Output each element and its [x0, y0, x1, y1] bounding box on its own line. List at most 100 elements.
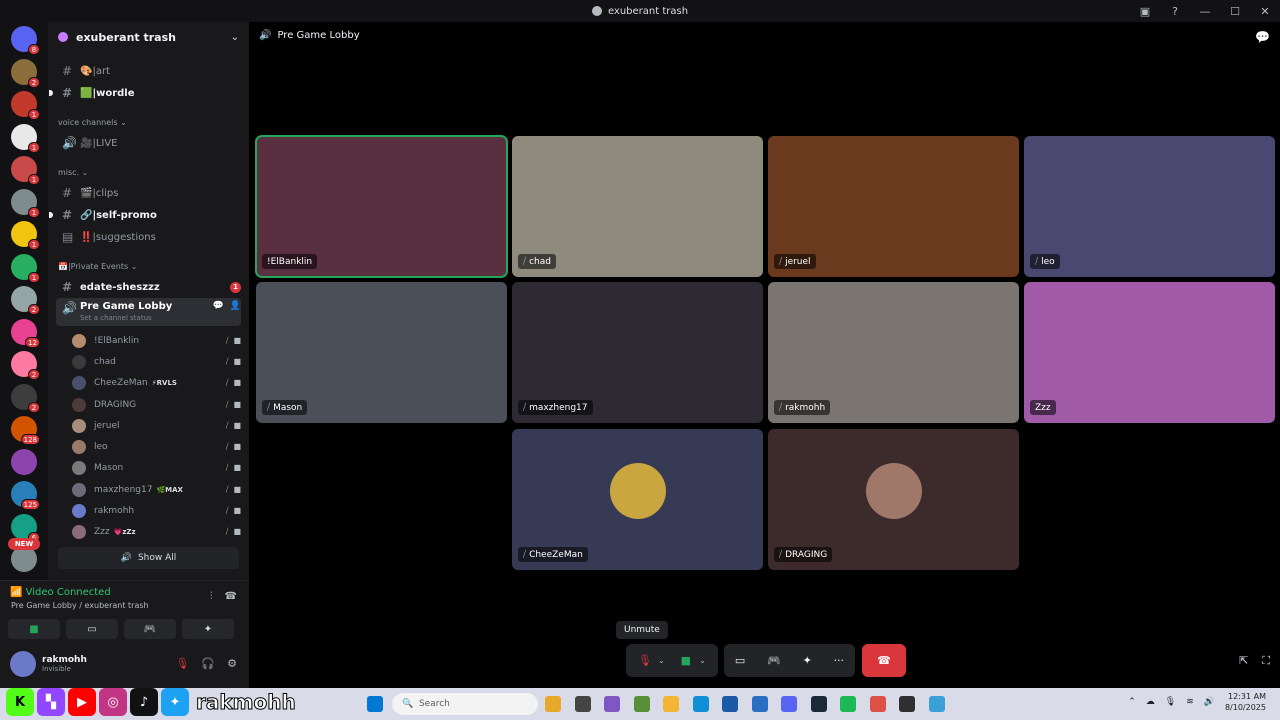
video-tile[interactable]: !ElBanklin: [255, 135, 508, 278]
discord-icon[interactable]: [781, 696, 797, 712]
show-all-button[interactable]: 🔊 Show All: [58, 546, 239, 569]
voice-user[interactable]: CheeZeMan ⚡RVLS ⧸ ■: [72, 373, 241, 394]
steam-icon[interactable]: [810, 696, 827, 712]
video-tile[interactable]: ⧸ rakmohh: [768, 282, 1019, 423]
voice-user[interactable]: maxzheng17 🌿MAX ⧸ ■: [72, 479, 241, 500]
user-panel[interactable]: rakmohh Invisible: [10, 651, 87, 677]
server-icon[interactable]: 2: [11, 351, 40, 380]
obs-icon[interactable]: [899, 696, 915, 712]
windows-start-icon[interactable]: [367, 696, 383, 712]
fullscreen-icon[interactable]: ⛶: [1262, 654, 1270, 668]
server-icon[interactable]: 12: [11, 318, 40, 348]
voice-user[interactable]: Zzz 💗zZz ⧸ ■: [72, 522, 241, 543]
camera-icon[interactable]: ■: [681, 654, 691, 667]
chat-icon[interactable]: 💬: [1255, 30, 1270, 44]
network-icon[interactable]: ☁: [1146, 697, 1155, 707]
channel-wordle[interactable]: # 🟩|wordle: [49, 82, 241, 104]
category-voice[interactable]: voice channels ⌄: [48, 112, 249, 132]
server-icon[interactable]: 1: [11, 123, 40, 153]
screen-share-icon[interactable]: ▭: [735, 654, 745, 667]
server-icon[interactable]: 2: [11, 383, 40, 413]
video-tile[interactable]: ⧸ jeruel: [768, 136, 1019, 277]
minecraft-icon[interactable]: [633, 696, 650, 712]
gear-icon[interactable]: ⚙: [227, 657, 237, 670]
server-icon[interactable]: 6: [11, 513, 40, 543]
chevron-down-icon[interactable]: ⌄: [658, 656, 665, 665]
server-icon[interactable]: 1: [11, 91, 40, 120]
voice-user[interactable]: rakmohh ⧸ ■: [72, 500, 241, 521]
channel-art[interactable]: # 🎨|art: [56, 60, 241, 82]
server-icon[interactable]: 1: [11, 188, 40, 218]
clock[interactable]: 12:31 AM 8/10/2025: [1225, 691, 1266, 713]
minimize-button[interactable]: —: [1190, 5, 1220, 18]
task-view-icon[interactable]: [574, 696, 591, 712]
help-icon[interactable]: ?: [1160, 5, 1190, 18]
video-tile[interactable]: Zzz: [1024, 282, 1275, 423]
video-tile[interactable]: ⧸ DRAGING: [768, 429, 1019, 570]
channel-suggestions[interactable]: ▤ ‼️|suggestions: [56, 226, 241, 248]
voice-user[interactable]: jeruel ⧸ ■: [72, 415, 241, 436]
video-tile[interactable]: ⧸ Mason: [256, 282, 507, 423]
chevron-up-icon[interactable]: ⌃: [1128, 697, 1136, 707]
chevron-down-icon[interactable]: ⌄: [699, 656, 706, 665]
headphones-icon[interactable]: 🎧: [201, 657, 215, 670]
screen-share-button[interactable]: ▭: [66, 619, 118, 639]
mic-muted-icon[interactable]: 🎙: [638, 654, 652, 667]
server-icon[interactable]: 2: [11, 286, 40, 315]
dell-icon[interactable]: [722, 696, 738, 712]
noise-suppression-icon[interactable]: ⫶: [210, 591, 213, 602]
chat-icon[interactable]: 💬: [213, 301, 224, 311]
video-tile[interactable]: ⧸ maxzheng17: [512, 282, 763, 423]
server-icon[interactable]: [11, 448, 37, 475]
server-icon[interactable]: 2: [11, 58, 40, 88]
disconnect-button[interactable]: ☎: [862, 644, 906, 677]
inbox-icon[interactable]: ▣: [1130, 5, 1160, 18]
microphone-icon[interactable]: 🎙: [1165, 697, 1176, 707]
copilot-icon[interactable]: [604, 696, 620, 712]
channel-status[interactable]: Set a channel status: [80, 314, 152, 322]
server-icon[interactable]: 1: [11, 156, 40, 185]
voice-user[interactable]: chad ⧸ ■: [72, 351, 241, 372]
server-icon[interactable]: 1: [11, 221, 40, 250]
guild-header[interactable]: exuberant trash ⌄: [48, 22, 249, 52]
activity-icon[interactable]: 🎮: [767, 654, 781, 667]
more-icon[interactable]: ···: [834, 654, 845, 667]
pop-out-icon[interactable]: ⇱: [1239, 654, 1248, 668]
voice-user[interactable]: Mason ⧸ ■: [72, 458, 241, 479]
soundboard-icon[interactable]: ✦: [803, 654, 812, 667]
camera-button[interactable]: ■: [8, 619, 60, 639]
wifi-icon[interactable]: ≋: [1186, 697, 1194, 707]
close-button[interactable]: ✕: [1250, 5, 1280, 18]
server-icon[interactable]: 125: [11, 481, 40, 510]
disconnect-icon[interactable]: ☎: [225, 591, 237, 602]
channel-pre-game-lobby[interactable]: 🔊 Pre Game Lobby 💬 👤 Set a channel status: [56, 298, 241, 326]
voice-user[interactable]: !ElBanklin ⧸ ■: [72, 330, 241, 351]
explorer-icon[interactable]: [545, 696, 561, 712]
category-misc[interactable]: misc. ⌄: [48, 162, 249, 182]
store-icon[interactable]: [751, 696, 768, 712]
spotify-icon[interactable]: [840, 696, 856, 712]
channel-clips[interactable]: # 🎬|clips: [56, 182, 241, 204]
chrome-icon[interactable]: [869, 696, 886, 712]
video-tile[interactable]: ⧸ leo: [1024, 136, 1275, 277]
folder-icon[interactable]: [663, 696, 679, 712]
video-tile[interactable]: ⧸ CheeZeMan: [512, 429, 763, 570]
channel-self-promo[interactable]: # 🔗|self-promo: [49, 204, 241, 226]
add-user-icon[interactable]: 👤: [230, 301, 241, 311]
server-icon[interactable]: 8: [11, 26, 40, 55]
soundboard-button[interactable]: ✦: [182, 619, 234, 639]
voice-user[interactable]: leo ⧸ ■: [72, 436, 241, 457]
voice-location[interactable]: Pre Game Lobby / exuberant trash: [11, 601, 149, 610]
channel-edate[interactable]: # edate-sheszzz 1: [56, 276, 241, 298]
edge-icon[interactable]: [692, 696, 709, 712]
volume-icon[interactable]: 🔊: [1204, 697, 1215, 707]
activity-button[interactable]: 🎮: [124, 619, 176, 639]
video-tile[interactable]: ⧸ chad: [512, 136, 763, 277]
channel-live[interactable]: 🔊 🎥|LIVE: [56, 132, 241, 154]
server-icon[interactable]: 1: [11, 253, 40, 283]
category-events[interactable]: 📅|Private Events ⌄: [48, 256, 249, 276]
mic-muted-icon[interactable]: 🎙: [175, 657, 189, 670]
server-icon[interactable]: 128: [11, 416, 40, 445]
voice-user[interactable]: DRAGING ⧸ ■: [72, 394, 241, 415]
notepad-icon[interactable]: [928, 696, 945, 712]
